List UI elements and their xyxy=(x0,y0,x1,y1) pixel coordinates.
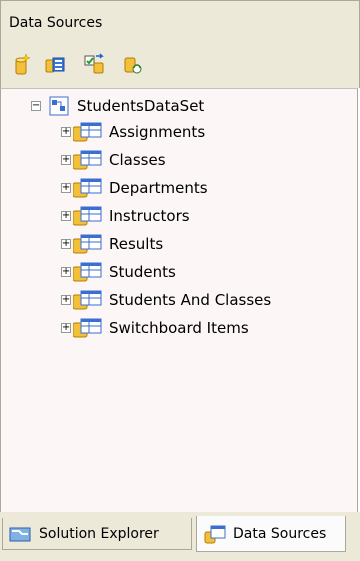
toolbar xyxy=(0,44,360,88)
table-icon xyxy=(73,290,102,310)
dataset-icon xyxy=(49,96,69,116)
tree-item-students-and-classes[interactable]: + Students And Classes xyxy=(61,287,271,313)
tree-view: − StudentsDataSet + Assignments + Classe… xyxy=(1,89,357,513)
expand-toggle-icon[interactable]: + xyxy=(61,155,71,165)
tree-item-label: Classes xyxy=(109,151,166,169)
table-icon xyxy=(73,150,102,170)
tree-item-label: Switchboard Items xyxy=(109,319,249,337)
tree-item-switchboard-items[interactable]: + Switchboard Items xyxy=(61,315,249,341)
expand-toggle-icon[interactable]: + xyxy=(61,127,71,137)
tool-window-tab-bar: Solution Explorer Data Sources xyxy=(0,512,360,561)
window-title: Data Sources xyxy=(9,15,103,31)
tab-data-sources[interactable]: Data Sources xyxy=(196,516,346,552)
refresh-button[interactable] xyxy=(119,52,145,78)
collapse-toggle-icon[interactable]: − xyxy=(31,101,41,111)
table-icon xyxy=(73,318,102,338)
expand-toggle-icon[interactable]: + xyxy=(61,295,71,305)
tree-item-label: Students And Classes xyxy=(109,291,272,309)
data-sources-tree-panel: − StudentsDataSet + Assignments + Classe… xyxy=(0,88,358,514)
solution-explorer-icon xyxy=(9,527,31,541)
tree-root-label: StudentsDataSet xyxy=(77,97,205,115)
tree-item-label: Instructors xyxy=(109,207,190,225)
configure-dataset-icon xyxy=(84,53,104,74)
data-sources-window: Data Sources − StudentsDataSet + Assignm… xyxy=(0,0,360,561)
tree-root[interactable]: − StudentsDataSet xyxy=(31,93,204,119)
table-icon xyxy=(73,206,102,226)
tree-item-instructors[interactable]: + Instructors xyxy=(61,203,190,229)
table-icon xyxy=(73,262,102,282)
expand-toggle-icon[interactable]: + xyxy=(61,239,71,249)
tree-item-assignments[interactable]: + Assignments xyxy=(61,119,205,145)
add-data-source-button[interactable] xyxy=(9,52,35,78)
tree-item-departments[interactable]: + Departments xyxy=(61,175,208,201)
tab-solution-explorer[interactable]: Solution Explorer xyxy=(2,518,192,550)
expand-toggle-icon[interactable]: + xyxy=(61,183,71,193)
configure-dataset-wizard-button[interactable] xyxy=(81,52,107,78)
dataset-designer-icon xyxy=(45,57,65,73)
title-bar: Data Sources xyxy=(0,0,360,45)
tree-item-label: Students xyxy=(109,263,176,281)
data-sources-icon xyxy=(204,525,226,543)
edit-dataset-designer-button[interactable] xyxy=(42,52,68,78)
table-icon xyxy=(73,234,102,254)
tree-item-label: Departments xyxy=(109,179,208,197)
expand-toggle-icon[interactable]: + xyxy=(61,267,71,277)
tab-label: Solution Explorer xyxy=(39,525,159,542)
table-icon xyxy=(73,122,102,142)
expand-toggle-icon[interactable]: + xyxy=(61,211,71,221)
tree-item-classes[interactable]: + Classes xyxy=(61,147,166,173)
tree-item-label: Assignments xyxy=(109,123,206,141)
table-icon xyxy=(73,178,102,198)
database-add-icon xyxy=(15,53,31,75)
tree-item-label: Results xyxy=(109,235,164,253)
refresh-icon xyxy=(124,57,142,74)
tree-item-students[interactable]: + Students xyxy=(61,259,176,285)
expand-toggle-icon[interactable]: + xyxy=(61,323,71,333)
tree-item-results[interactable]: + Results xyxy=(61,231,163,257)
tab-label: Data Sources xyxy=(233,525,327,542)
